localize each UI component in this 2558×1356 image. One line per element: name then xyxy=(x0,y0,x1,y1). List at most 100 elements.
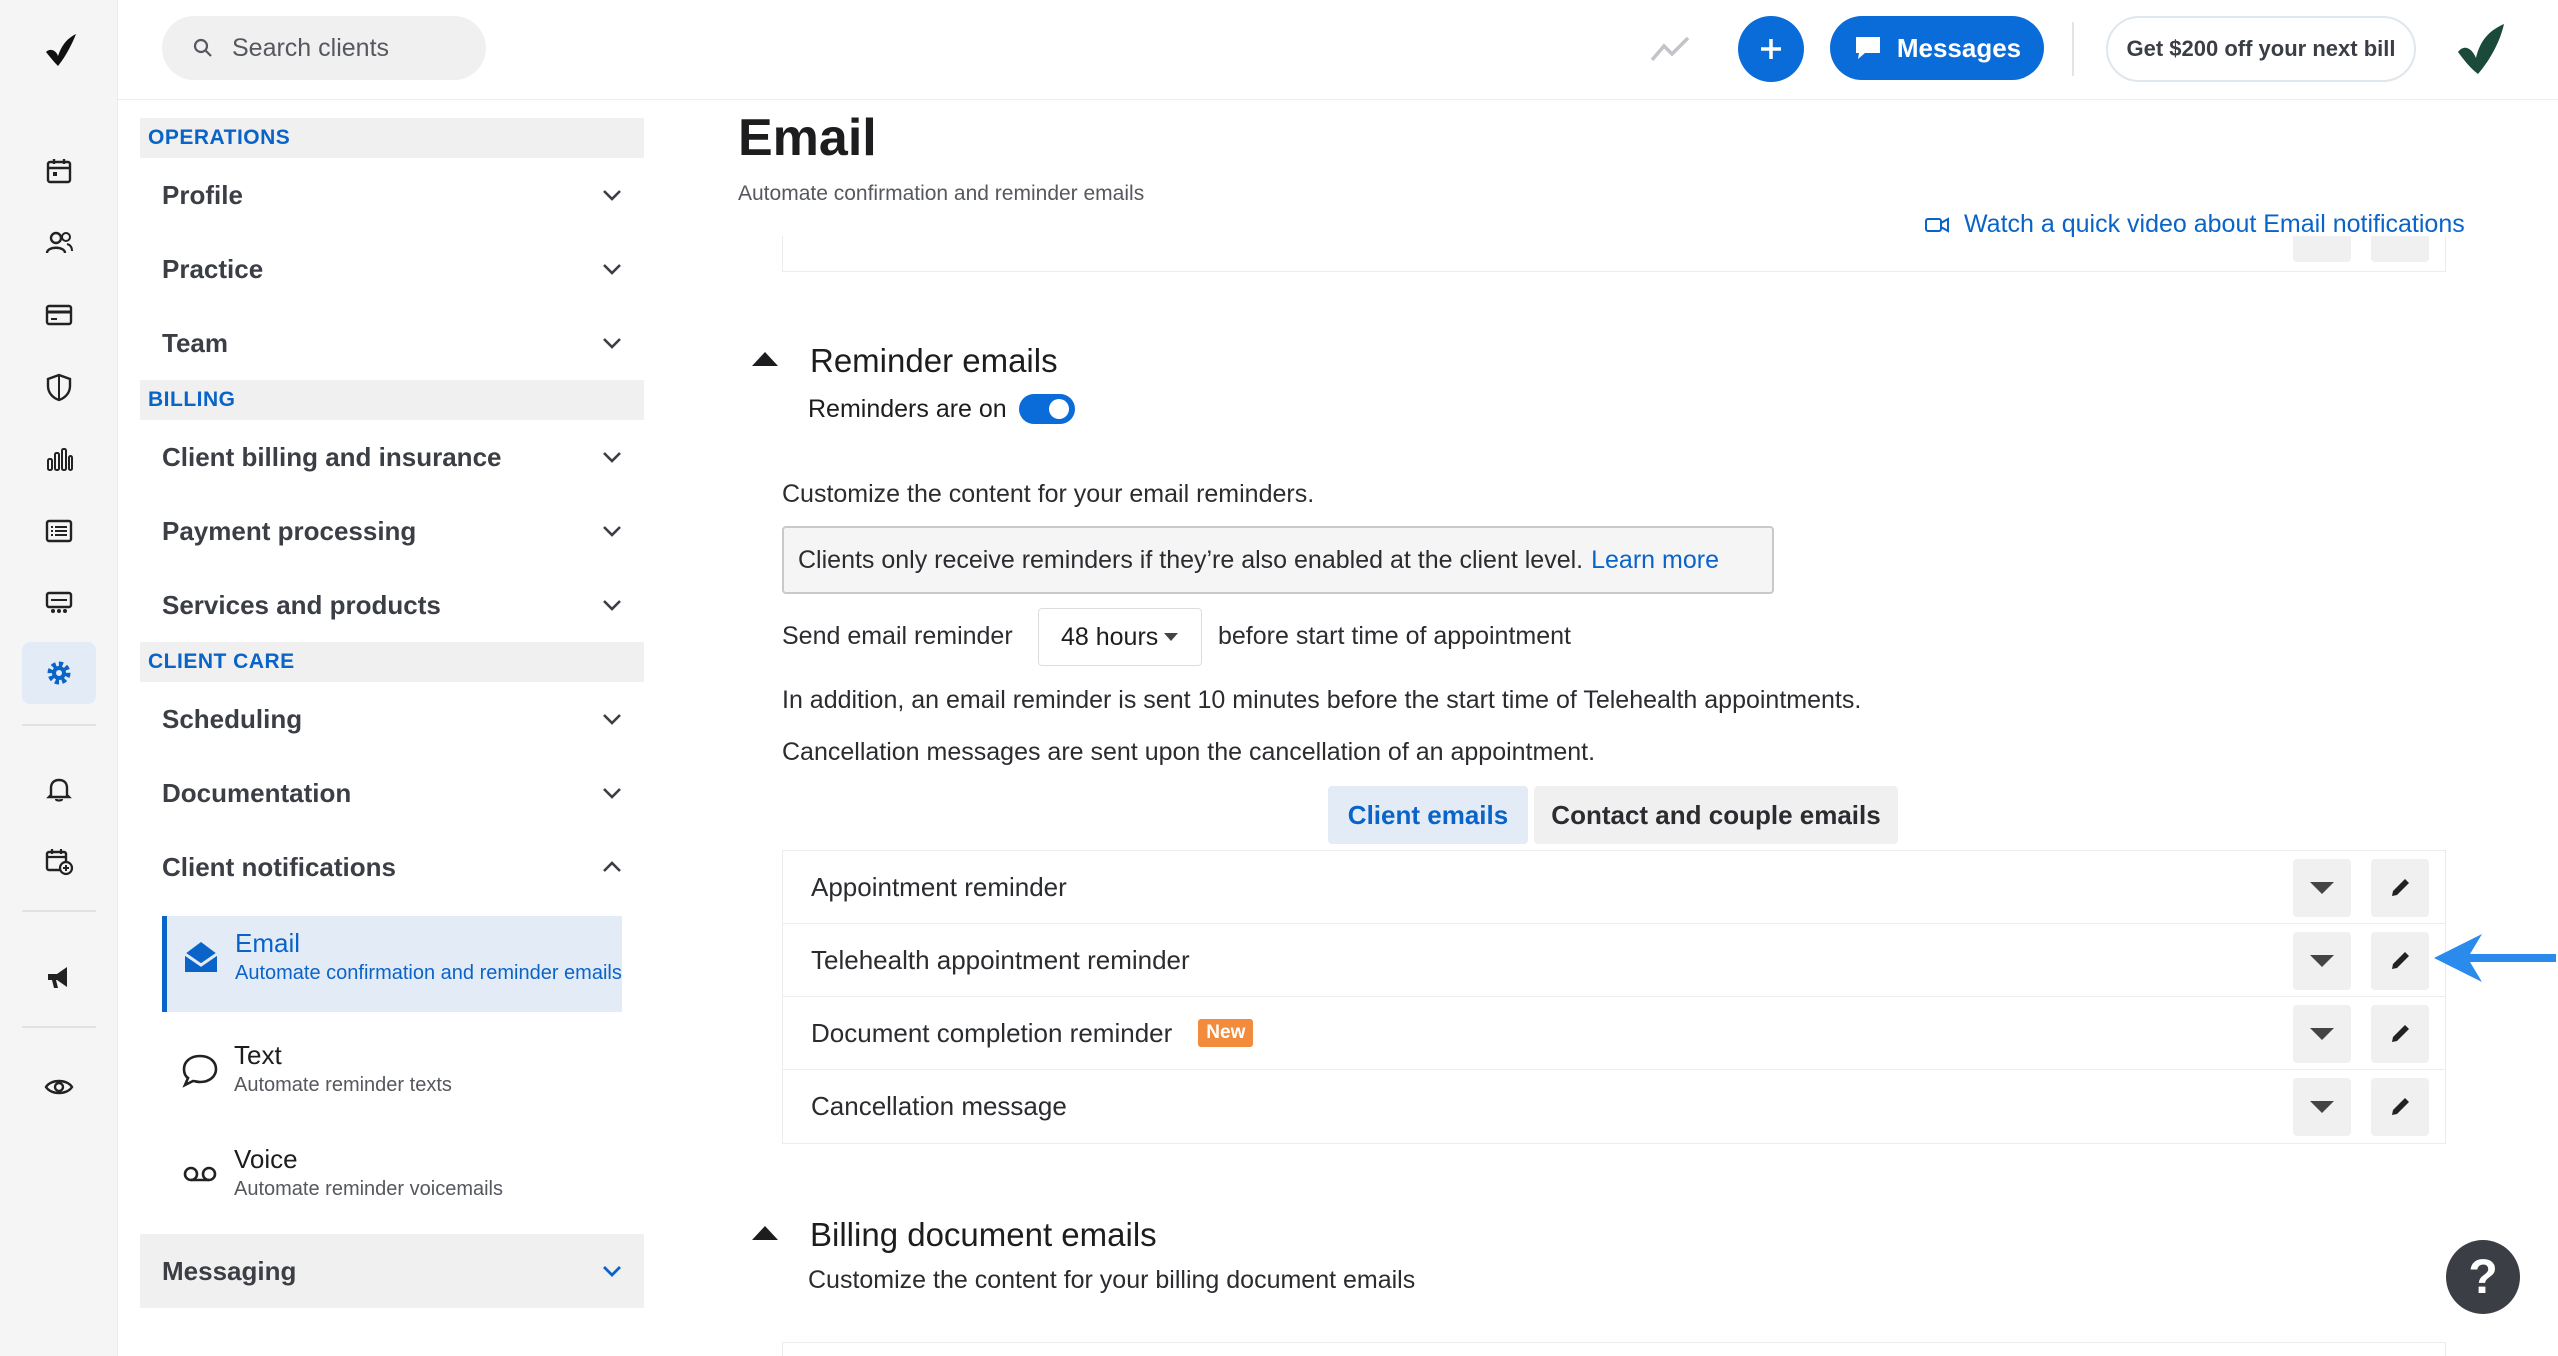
caret-down-icon xyxy=(2310,955,2334,967)
reminders-toggle-row: Reminders are on xyxy=(808,394,1075,424)
chevron-down-icon xyxy=(603,1266,621,1277)
logo-icon[interactable] xyxy=(40,30,80,70)
reminder-time-select[interactable]: 48 hours xyxy=(1038,608,1202,666)
reminders-toggle[interactable] xyxy=(1018,394,1075,424)
billing-list-card xyxy=(782,1342,2446,1356)
calendar-icon[interactable] xyxy=(22,140,96,202)
nav-label: Documentation xyxy=(162,777,352,808)
edit-button[interactable] xyxy=(2371,1005,2429,1063)
nav-practice[interactable]: Practice xyxy=(140,232,644,306)
edit-button[interactable] xyxy=(2371,236,2429,262)
sub-item-title: Email xyxy=(235,928,301,958)
expand-button[interactable] xyxy=(2293,1005,2351,1063)
nav-label: Client billing and insurance xyxy=(162,441,502,472)
rail-divider xyxy=(22,1026,96,1028)
search-icon xyxy=(193,38,212,57)
top-bar: Messages Get $200 off your next bill xyxy=(118,0,2558,100)
sub-item-email[interactable]: Email Automate confirmation and reminder … xyxy=(162,916,622,1012)
section-heading-client-care: CLIENT CARE xyxy=(140,642,644,682)
chevron-down-icon xyxy=(603,264,621,275)
telehealth-note: In addition, an email reminder is sent 1… xyxy=(782,686,1862,714)
nav-label: Client notifications xyxy=(162,851,396,882)
rail-divider xyxy=(22,724,96,726)
search-box[interactable] xyxy=(162,16,486,80)
clients-icon[interactable] xyxy=(22,212,96,274)
help-button[interactable]: ? xyxy=(2446,1240,2520,1314)
nav-documentation[interactable]: Documentation xyxy=(140,756,644,830)
pencil-icon xyxy=(2392,952,2409,969)
page-subtitle: Automate confirmation and reminder email… xyxy=(738,182,1145,205)
account-avatar-icon[interactable] xyxy=(2454,22,2508,76)
nav-client-billing[interactable]: Client billing and insurance xyxy=(140,420,644,494)
select-value: 48 hours xyxy=(1061,622,1159,651)
sub-item-desc: Automate reminder texts xyxy=(234,1074,452,1096)
bell-icon[interactable] xyxy=(22,758,96,820)
collapse-triangle-icon xyxy=(752,1226,778,1240)
chevron-down-icon xyxy=(603,338,621,349)
collapse-triangle-icon xyxy=(752,352,778,366)
pointer-arrow-icon xyxy=(2434,934,2556,982)
promo-button[interactable]: Get $200 off your next bill xyxy=(2106,16,2416,82)
pencil-icon xyxy=(2392,1025,2409,1042)
chevron-down-icon xyxy=(603,714,621,725)
chevron-up-icon xyxy=(603,861,621,872)
nav-team[interactable]: Team xyxy=(140,306,644,380)
settings-gear-icon[interactable] xyxy=(22,642,96,704)
edit-button[interactable] xyxy=(2371,859,2429,917)
trend-line-icon[interactable] xyxy=(1648,28,1692,68)
nav-payment-processing[interactable]: Payment processing xyxy=(140,494,644,568)
section-heading-operations: OPERATIONS xyxy=(140,118,644,158)
row-label: Appointment reminder xyxy=(811,871,1067,902)
expand-button[interactable] xyxy=(2293,1078,2351,1136)
video-camera-icon xyxy=(1925,216,1949,233)
row-label: Cancellation message xyxy=(811,1091,1067,1121)
megaphone-icon[interactable] xyxy=(22,946,96,1008)
messages-button[interactable]: Messages xyxy=(1830,16,2044,80)
nav-label: Payment processing xyxy=(162,515,417,546)
chevron-down-icon xyxy=(603,600,621,611)
storefront-icon[interactable] xyxy=(22,572,96,634)
nav-services-products[interactable]: Services and products xyxy=(140,568,644,642)
sub-item-desc: Automate reminder voicemails xyxy=(234,1178,503,1200)
nav-label: Practice xyxy=(162,253,264,284)
sub-item-text[interactable]: Text Automate reminder texts xyxy=(162,1028,622,1124)
billing-card-icon[interactable] xyxy=(22,284,96,346)
reminder-emails-header[interactable]: Reminder emails xyxy=(752,342,1058,380)
nav-scheduling[interactable]: Scheduling xyxy=(140,682,644,756)
messages-label: Messages xyxy=(1896,32,2022,63)
calendar-add-icon[interactable] xyxy=(22,830,96,892)
envelope-icon xyxy=(184,942,218,972)
add-button[interactable] xyxy=(1738,16,1804,82)
expand-button[interactable] xyxy=(2293,236,2351,262)
chevron-down-icon xyxy=(603,788,621,799)
billing-subtitle: Customize the content for your billing d… xyxy=(808,1266,1416,1294)
info-text: Clients only receive reminders if they’r… xyxy=(798,545,1584,574)
shield-icon[interactable] xyxy=(22,356,96,418)
caret-down-icon xyxy=(2310,1028,2334,1040)
search-input[interactable] xyxy=(232,33,472,63)
chevron-down-icon xyxy=(603,526,621,537)
sub-item-voice[interactable]: Voice Automate reminder voicemails xyxy=(162,1132,622,1228)
nav-client-notifications[interactable]: Client notifications xyxy=(140,830,644,904)
edit-button[interactable] xyxy=(2371,1078,2429,1136)
learn-more-link[interactable]: Learn more xyxy=(1591,546,1719,575)
sub-item-title: Text xyxy=(234,1040,282,1070)
row-label: Telehealth appointment reminder xyxy=(811,944,1190,975)
billing-emails-header[interactable]: Billing document emails xyxy=(752,1216,1157,1254)
chevron-down-icon xyxy=(603,190,621,201)
watch-video-link[interactable]: Watch a quick video about Email notifica… xyxy=(1924,210,2465,239)
nav-messaging[interactable]: Messaging xyxy=(140,1234,644,1308)
toggle-label: Reminders are on xyxy=(808,394,1007,423)
expand-button[interactable] xyxy=(2293,859,2351,917)
tab-client-emails[interactable]: Client emails xyxy=(1328,786,1528,844)
analytics-bars-icon[interactable] xyxy=(22,428,96,490)
expand-button[interactable] xyxy=(2293,932,2351,990)
eye-icon[interactable] xyxy=(22,1056,96,1118)
tab-contact-couple-emails[interactable]: Contact and couple emails xyxy=(1534,786,1898,844)
rail-divider xyxy=(22,910,96,912)
new-badge: New xyxy=(1198,1019,1254,1047)
edit-button[interactable] xyxy=(2371,932,2429,990)
nav-profile[interactable]: Profile xyxy=(140,158,644,232)
section-heading-billing: BILLING xyxy=(140,380,644,420)
documents-list-icon[interactable] xyxy=(22,500,96,562)
